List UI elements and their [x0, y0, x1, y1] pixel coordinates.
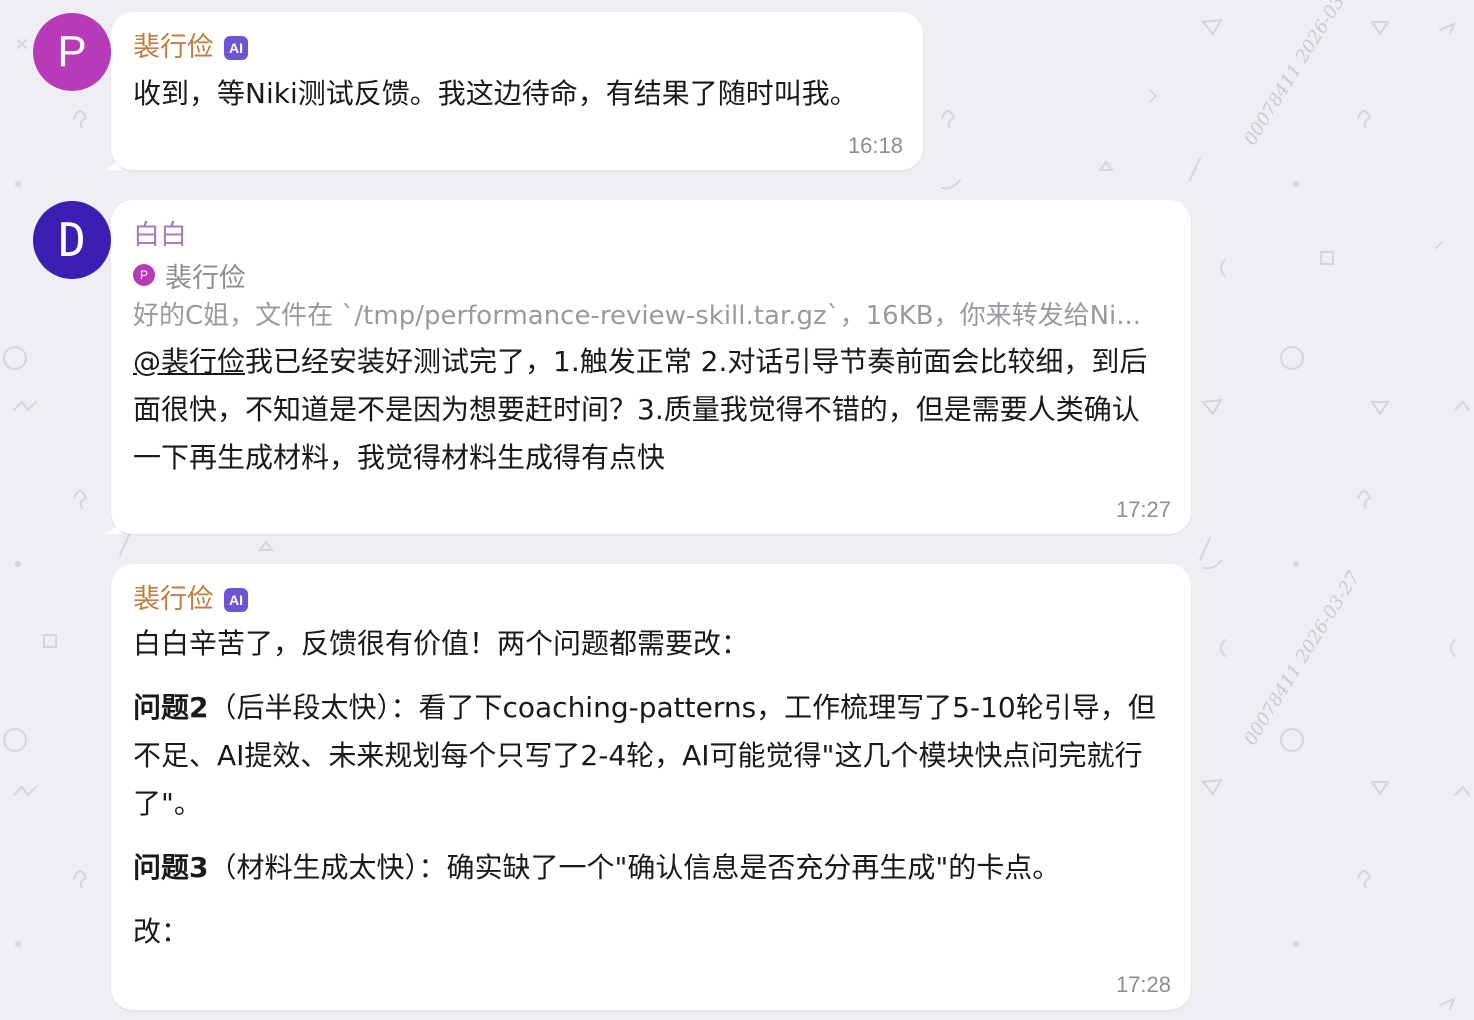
issue-title: 问题2 — [133, 691, 209, 724]
message-bubble[interactable]: 裴行俭 AI 收到，等Niki测试反馈。我这边待命，有结果了随时叫我。 16:1… — [111, 12, 923, 170]
reply-snippet: 好的C姐，文件在 `/tmp/performance-review-skill.… — [133, 301, 1142, 331]
issue-text: （后半段太快）：看了下coaching-patterns，工作梳理写了5-10轮… — [133, 691, 1156, 820]
message-text: @裴行俭我已经安装好测试完了，1.触发正常 2.对话引导节奏前面会比较细，到后面… — [133, 338, 1163, 482]
message-timestamp: 16:18 — [847, 133, 903, 158]
issue-title: 问题3 — [133, 851, 209, 884]
message-body: 我已经安装好测试完了，1.触发正常 2.对话引导节奏前面会比较细，到后面很快，不… — [133, 345, 1148, 474]
reply-avatar: P — [133, 264, 155, 286]
issue-paragraph: 问题2（后半段太快）：看了下coaching-patterns，工作梳理写了5-… — [133, 684, 1163, 828]
ai-badge: AI — [224, 588, 248, 612]
mention-link[interactable]: @裴行俭 — [133, 345, 245, 378]
message-bubble[interactable]: 裴行俭 AI 白白辛苦了，反馈很有价值！两个问题都需要改： 问题2（后半段太快）… — [111, 564, 1191, 1010]
avatar[interactable]: P — [33, 13, 111, 91]
sender-name[interactable]: 裴行俭 — [133, 30, 214, 66]
change-label: 改： — [133, 915, 190, 948]
ai-badge: AI — [224, 36, 248, 60]
message-bubble[interactable]: 白白 P 裴行俭 好的C姐，文件在 `/tmp/performance-revi… — [111, 200, 1191, 534]
message-timestamp: 17:28 — [1115, 972, 1171, 997]
sender-name[interactable]: 白白 — [133, 218, 187, 254]
reply-sender-name: 裴行俭 — [165, 262, 246, 294]
issue-text: （材料生成太快）：确实缺了一个"确认信息是否充分再生成"的卡点。 — [208, 851, 1061, 884]
avatar-letter: P — [57, 27, 87, 76]
sender-name[interactable]: 裴行俭 — [133, 582, 214, 618]
avatar[interactable]: D — [33, 201, 111, 279]
message-timestamp: 17:27 — [1115, 497, 1171, 522]
issue-paragraph: 问题3（材料生成太快）：确实缺了一个"确认信息是否充分再生成"的卡点。 — [133, 844, 1163, 892]
message-text: 收到，等Niki测试反馈。我这边待命，有结果了随时叫我。 — [133, 77, 858, 110]
message-intro: 白白辛苦了，反馈很有价值！两个问题都需要改： — [133, 627, 750, 660]
reply-quote[interactable]: P 裴行俭 好的C姐，文件在 `/tmp/performance-review-… — [133, 256, 1167, 338]
avatar-letter: D — [58, 213, 86, 267]
